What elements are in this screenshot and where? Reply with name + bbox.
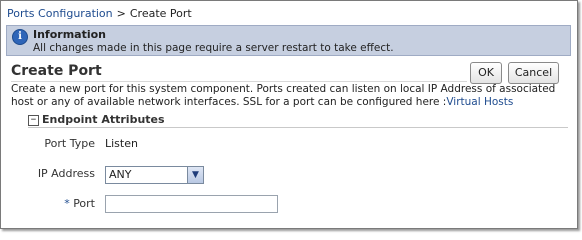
- page-title: Create Port: [11, 63, 102, 79]
- breadcrumb-separator: >: [116, 7, 126, 20]
- information-message: All changes made in this page require a …: [33, 42, 394, 54]
- information-title: Information: [33, 28, 106, 41]
- port-type-label: Port Type: [44, 137, 95, 150]
- breadcrumb-ports-configuration-link[interactable]: Ports Configuration: [7, 7, 113, 20]
- ip-address-select[interactable]: ANY ▼: [105, 166, 204, 184]
- ip-address-label: IP Address: [37, 167, 95, 180]
- port-label: * Port: [10, 197, 95, 210]
- title-divider: [11, 81, 467, 82]
- required-marker: *: [64, 197, 70, 210]
- collapse-toggle-icon[interactable]: −: [28, 115, 39, 126]
- breadcrumb-current: Create Port: [129, 7, 192, 20]
- section-divider: [28, 127, 568, 128]
- information-banner: i Information All changes made in this p…: [6, 25, 571, 56]
- port-label-text: Port: [73, 197, 95, 210]
- cancel-button[interactable]: Cancel: [508, 62, 559, 84]
- ip-address-selected-value: ANY: [109, 168, 132, 181]
- breadcrumb: Ports Configuration > Create Port: [7, 7, 192, 20]
- virtual-hosts-link[interactable]: Virtual Hosts: [446, 96, 513, 108]
- port-input[interactable]: [105, 195, 278, 213]
- port-type-value: Listen: [105, 137, 138, 150]
- ok-button[interactable]: OK: [470, 62, 502, 84]
- create-port-panel: Ports Configuration > Create Port i Inform…: [0, 0, 578, 229]
- page-description: Create a new port for this system compon…: [11, 83, 571, 109]
- endpoint-attributes-header: − Endpoint Attributes: [28, 113, 568, 128]
- section-title: Endpoint Attributes: [42, 113, 165, 126]
- info-icon: i: [12, 29, 28, 45]
- chevron-down-icon[interactable]: ▼: [187, 167, 203, 183]
